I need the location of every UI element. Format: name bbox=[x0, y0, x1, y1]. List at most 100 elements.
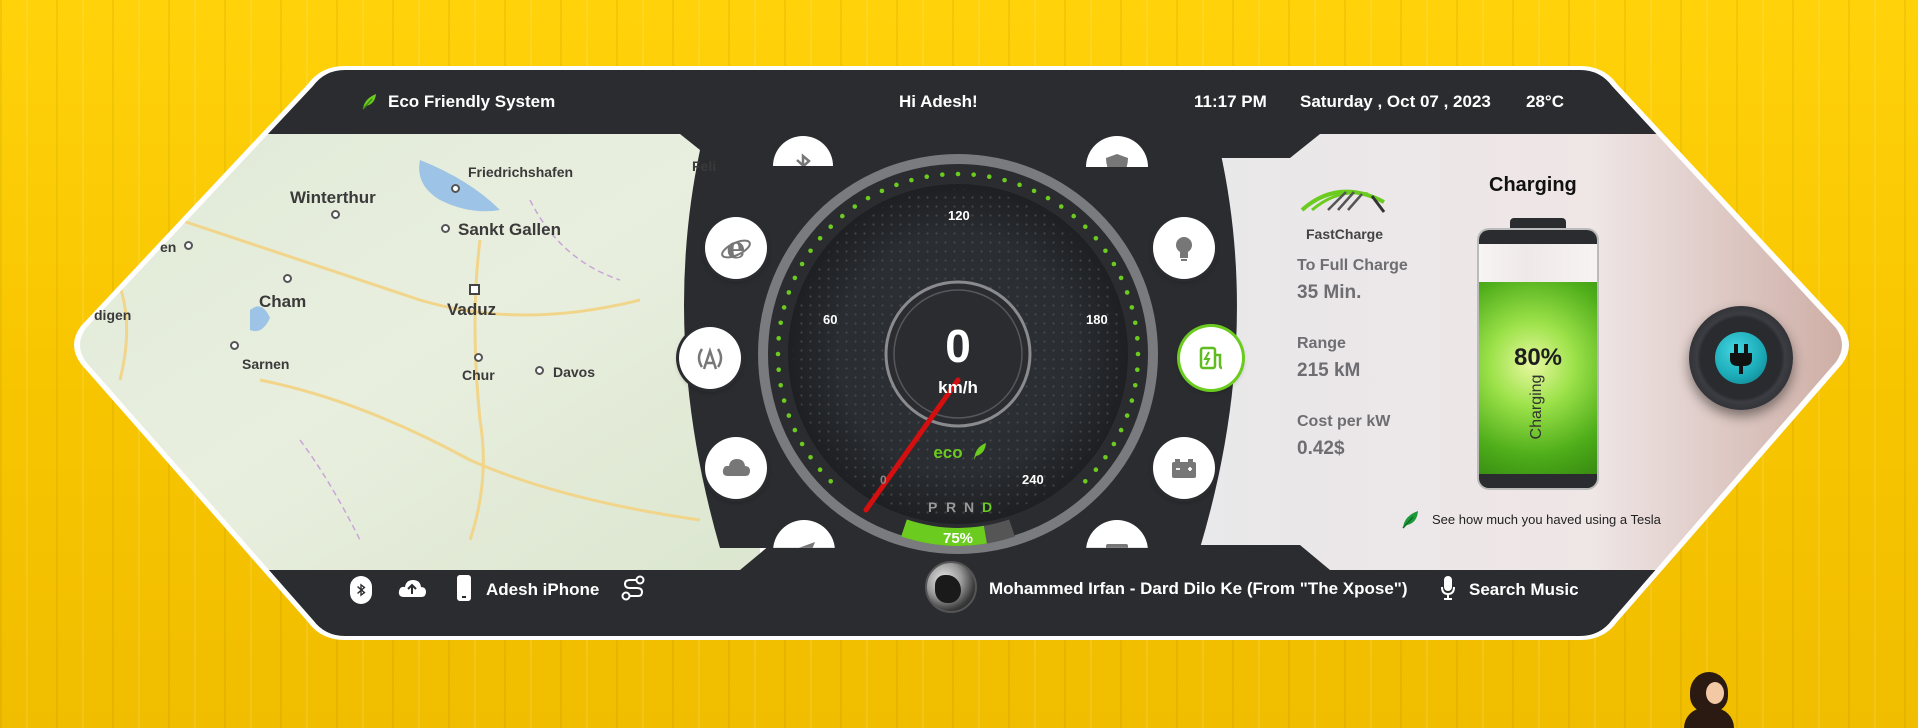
dial-tick-dot bbox=[955, 171, 961, 177]
map-city-dot bbox=[451, 184, 460, 193]
dial-tick-dot bbox=[865, 195, 871, 201]
dial-tick-dot bbox=[828, 224, 834, 230]
dial-tick-dot bbox=[879, 188, 885, 194]
dial-tick-dot bbox=[1135, 351, 1141, 357]
dial-tick-dot bbox=[786, 290, 792, 295]
gear-p[interactable]: P bbox=[928, 499, 937, 515]
dial-tick-dot bbox=[986, 174, 992, 180]
battery-percent: 75% bbox=[943, 530, 973, 547]
speed-tick-label: 120 bbox=[948, 208, 970, 223]
gear-d[interactable]: D bbox=[982, 499, 992, 515]
dial-tick-dot bbox=[1118, 427, 1124, 433]
map-label: Friedrichshafen bbox=[468, 164, 574, 180]
map-label: en bbox=[160, 239, 177, 255]
radio-button[interactable] bbox=[679, 327, 741, 389]
map-view[interactable]: Friedrichshafen Winterthur Sankt Gallen … bbox=[80, 140, 720, 550]
speed-unit: km/h bbox=[938, 378, 978, 397]
map-city-dot bbox=[474, 353, 483, 362]
dial-tick-dot bbox=[786, 413, 792, 418]
dial-tick-dot bbox=[1118, 275, 1124, 281]
dial-tick-dot bbox=[1135, 336, 1140, 341]
map-city-dot bbox=[441, 224, 450, 233]
phone-icon bbox=[457, 575, 471, 601]
to-full-charge-value: 35 Min. bbox=[1297, 282, 1362, 303]
map-label: Winterthur bbox=[290, 188, 376, 207]
bluetooth-status-icon[interactable] bbox=[350, 576, 372, 604]
greeting: Hi Adesh! bbox=[899, 92, 978, 111]
dial-tick-dot bbox=[1071, 213, 1077, 219]
map-label: Sankt Gallen bbox=[458, 220, 561, 239]
dial-tick-dot bbox=[839, 213, 845, 219]
car-battery-icon bbox=[1172, 459, 1196, 478]
dial-tick-dot bbox=[1132, 320, 1138, 326]
dial-tick-dot bbox=[894, 182, 899, 188]
cloud-icon bbox=[722, 459, 750, 476]
dial-tick-dot bbox=[776, 367, 781, 372]
radio-antenna-icon bbox=[697, 347, 723, 370]
eco-leaf-icon bbox=[360, 91, 380, 111]
map-label: Davos bbox=[553, 364, 596, 380]
gear-n[interactable]: N bbox=[964, 499, 974, 515]
speed-tick-label: 240 bbox=[1022, 472, 1044, 487]
tesla-savings-link[interactable]: See how much you haved using a Tesla bbox=[1432, 512, 1661, 527]
dial-tick-dot bbox=[1093, 467, 1099, 473]
dial-tick-dot bbox=[776, 336, 781, 341]
dial-tick-dot bbox=[1103, 248, 1108, 254]
dial-tick-dot bbox=[1045, 195, 1051, 201]
microphone-icon[interactable] bbox=[1440, 575, 1456, 601]
speed-value: 0 bbox=[945, 320, 971, 372]
map-label: Chur bbox=[462, 367, 495, 383]
cost-label: Cost per kW bbox=[1297, 413, 1391, 430]
charge-plug-button[interactable] bbox=[1689, 306, 1793, 410]
search-music-button[interactable]: Search Music bbox=[1469, 580, 1579, 600]
dial-tick-dot bbox=[1058, 204, 1064, 209]
capital-marker bbox=[469, 284, 480, 295]
dial-tick-dot bbox=[1111, 441, 1117, 447]
ev-charger-button[interactable] bbox=[1180, 327, 1242, 389]
temperature: 28°C bbox=[1526, 92, 1564, 111]
now-playing-song[interactable]: Mohammed Irfan - Dard Dilo Ke (From "The… bbox=[989, 579, 1408, 599]
map-city-dot bbox=[184, 241, 193, 250]
dial-tick-dot bbox=[909, 177, 914, 183]
connected-device-name[interactable]: Adesh iPhone bbox=[486, 580, 599, 600]
clock-time: 11:17 PM bbox=[1194, 92, 1267, 111]
dial-tick-dot bbox=[1124, 413, 1130, 418]
background-person bbox=[1684, 672, 1734, 728]
dial-tick-dot bbox=[799, 441, 805, 447]
gear-r[interactable]: R bbox=[946, 499, 956, 515]
plug-icon bbox=[1730, 344, 1752, 374]
dial-tick-dot bbox=[1103, 454, 1108, 460]
map-label: Cham bbox=[259, 292, 307, 311]
speedometer: 60 120 180 240 0 0 km/h eco P R N D 75% bbox=[758, 154, 1158, 554]
dial-tick-dot bbox=[1124, 290, 1130, 295]
drive-mode: eco bbox=[933, 443, 962, 462]
map-city-dot bbox=[283, 274, 292, 283]
speed-tick-label: 60 bbox=[823, 312, 837, 327]
album-art[interactable] bbox=[925, 561, 977, 613]
browser-e-icon: e bbox=[721, 231, 751, 265]
dial-tick-dot bbox=[852, 204, 858, 209]
map-city-dot bbox=[230, 341, 239, 350]
map-label: Vaduz bbox=[447, 300, 497, 319]
dial-tick-dot bbox=[1135, 367, 1140, 372]
battery-vertical-label: Charging bbox=[1528, 374, 1545, 440]
eco-system-label[interactable]: Eco Friendly System bbox=[388, 92, 555, 112]
cloud-upload-icon[interactable] bbox=[397, 576, 427, 602]
fastcharge-brand: FastCharge bbox=[1306, 226, 1384, 242]
tesla-leaf-icon bbox=[1400, 508, 1422, 532]
dial-tick-dot bbox=[1132, 382, 1138, 388]
dial-tick-dot bbox=[792, 427, 798, 433]
dial-tick-dot bbox=[799, 261, 805, 267]
dial-tick-dot bbox=[1111, 261, 1117, 267]
dial-tick-dot bbox=[1002, 177, 1007, 183]
map-city-dot bbox=[331, 210, 340, 219]
map-city-dot bbox=[535, 366, 544, 375]
route-icon[interactable] bbox=[620, 574, 646, 602]
to-full-charge-label: To Full Charge bbox=[1297, 257, 1408, 274]
cost-value: 0.42$ bbox=[1297, 438, 1345, 459]
dial-tick-dot bbox=[778, 382, 784, 388]
dial-tick-dot bbox=[781, 398, 787, 403]
dial-tick-dot bbox=[924, 174, 930, 180]
dial-tick-dot bbox=[1129, 398, 1135, 403]
dial-tick-dot bbox=[1129, 305, 1135, 310]
